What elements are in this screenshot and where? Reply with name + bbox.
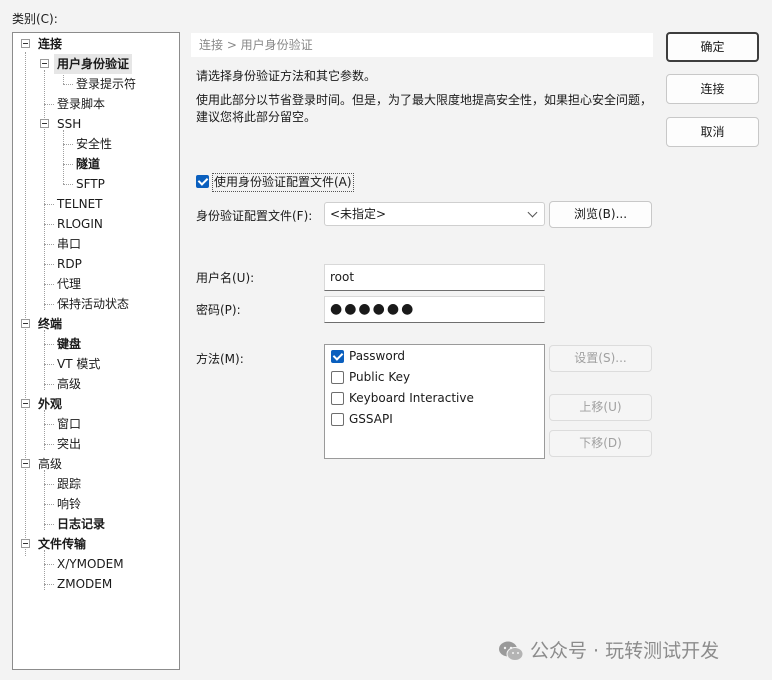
tree-item-sftp[interactable]: SFTP bbox=[13, 174, 179, 194]
username-input[interactable]: root bbox=[324, 264, 545, 291]
move-down-button[interactable]: 下移(D) bbox=[549, 430, 652, 457]
method-label: 方法(M): bbox=[196, 352, 244, 366]
tree-item-logging[interactable]: 日志记录 bbox=[13, 514, 179, 534]
description-text: 使用此部分以节省登录时间。但是，为了最大限度地提高安全性，如果担心安全问题， bbox=[196, 93, 653, 107]
password-input[interactable]: ●●●●●● bbox=[324, 296, 545, 323]
tree-item-zmodem[interactable]: ZMODEM bbox=[13, 574, 179, 594]
tree-item-file-transfer[interactable]: 文件传输 bbox=[13, 534, 179, 554]
tree-item-trace[interactable]: 跟踪 bbox=[13, 474, 179, 494]
tree-item-ssh[interactable]: SSH bbox=[13, 114, 179, 134]
tree-item-keyboard[interactable]: 键盘 bbox=[13, 334, 179, 354]
username-label: 用户名(U): bbox=[196, 271, 255, 285]
tree-item-terminal[interactable]: 终端 bbox=[13, 314, 179, 334]
checkbox-icon[interactable] bbox=[331, 413, 344, 426]
collapse-icon[interactable] bbox=[40, 119, 49, 128]
description-text: 建议您将此部分留空。 bbox=[196, 110, 317, 124]
cancel-button[interactable]: 取消 bbox=[666, 117, 759, 147]
move-up-button[interactable]: 上移(U) bbox=[549, 394, 652, 421]
tree-item-auth[interactable]: 用户身份验证 bbox=[13, 54, 179, 74]
browse-button[interactable]: 浏览(B)... bbox=[549, 201, 652, 228]
tree-item-bell[interactable]: 响铃 bbox=[13, 494, 179, 514]
description-text: 请选择身份验证方法和其它参数。 bbox=[196, 69, 377, 83]
tree-item-security[interactable]: 安全性 bbox=[13, 134, 179, 154]
collapse-icon[interactable] bbox=[21, 539, 30, 548]
method-list[interactable]: Password Public Key Keyboard Interactive… bbox=[324, 344, 545, 459]
collapse-icon[interactable] bbox=[21, 459, 30, 468]
category-label: 类别(C): bbox=[12, 12, 58, 26]
checkbox-checked-icon[interactable] bbox=[331, 350, 344, 363]
password-label: 密码(P): bbox=[196, 303, 241, 317]
tree-item-window[interactable]: 窗口 bbox=[13, 414, 179, 434]
auth-profile-select[interactable]: <未指定> bbox=[324, 202, 545, 226]
tree-item-serial[interactable]: 串口 bbox=[13, 234, 179, 254]
collapse-icon[interactable] bbox=[21, 39, 30, 48]
tree-item-connection[interactable]: 连接 bbox=[13, 34, 179, 54]
tree-item-keepalive[interactable]: 保持活动状态 bbox=[13, 294, 179, 314]
tree-item-rdp[interactable]: RDP bbox=[13, 254, 179, 274]
watermark-text: 公众号 · 玩转测试开发 bbox=[530, 640, 720, 662]
tree-item-proxy[interactable]: 代理 bbox=[13, 274, 179, 294]
collapse-icon[interactable] bbox=[21, 319, 30, 328]
tree-item-telnet[interactable]: TELNET bbox=[13, 194, 179, 214]
checkbox-icon[interactable] bbox=[331, 392, 344, 405]
tree-item-login-script[interactable]: 登录脚本 bbox=[13, 94, 179, 114]
breadcrumb: 连接 > 用户身份验证 bbox=[191, 33, 653, 57]
category-tree[interactable]: 连接 用户身份验证 登录提示符 登录脚本 SSH 安全性 隧道 SFTP TEL… bbox=[12, 32, 180, 670]
tree-item-login-prompt[interactable]: 登录提示符 bbox=[13, 74, 179, 94]
connect-button[interactable]: 连接 bbox=[666, 74, 759, 104]
checkbox-checked-icon[interactable] bbox=[196, 175, 209, 188]
tree-item-appearance[interactable]: 外观 bbox=[13, 394, 179, 414]
chevron-down-icon bbox=[527, 207, 538, 218]
checkbox-icon[interactable] bbox=[331, 371, 344, 384]
ok-button[interactable]: 确定 bbox=[666, 32, 759, 62]
use-auth-profile-checkbox[interactable]: 使用身份验证配置文件(A) bbox=[196, 173, 356, 192]
tree-item-rlogin[interactable]: RLOGIN bbox=[13, 214, 179, 234]
tree-item-highlight[interactable]: 突出 bbox=[13, 434, 179, 454]
tree-item-advanced[interactable]: 高级 bbox=[13, 454, 179, 474]
tree-item-terminal-advanced[interactable]: 高级 bbox=[13, 374, 179, 394]
tree-item-xymodem[interactable]: X/YMODEM bbox=[13, 554, 179, 574]
settings-button[interactable]: 设置(S)... bbox=[549, 345, 652, 372]
tree-item-vt-mode[interactable]: VT 模式 bbox=[13, 354, 179, 374]
tree-item-tunnel[interactable]: 隧道 bbox=[13, 154, 179, 174]
collapse-icon[interactable] bbox=[40, 59, 49, 68]
auth-profile-label: 身份验证配置文件(F): bbox=[196, 209, 313, 223]
collapse-icon[interactable] bbox=[21, 399, 30, 408]
wechat-icon bbox=[499, 641, 524, 661]
